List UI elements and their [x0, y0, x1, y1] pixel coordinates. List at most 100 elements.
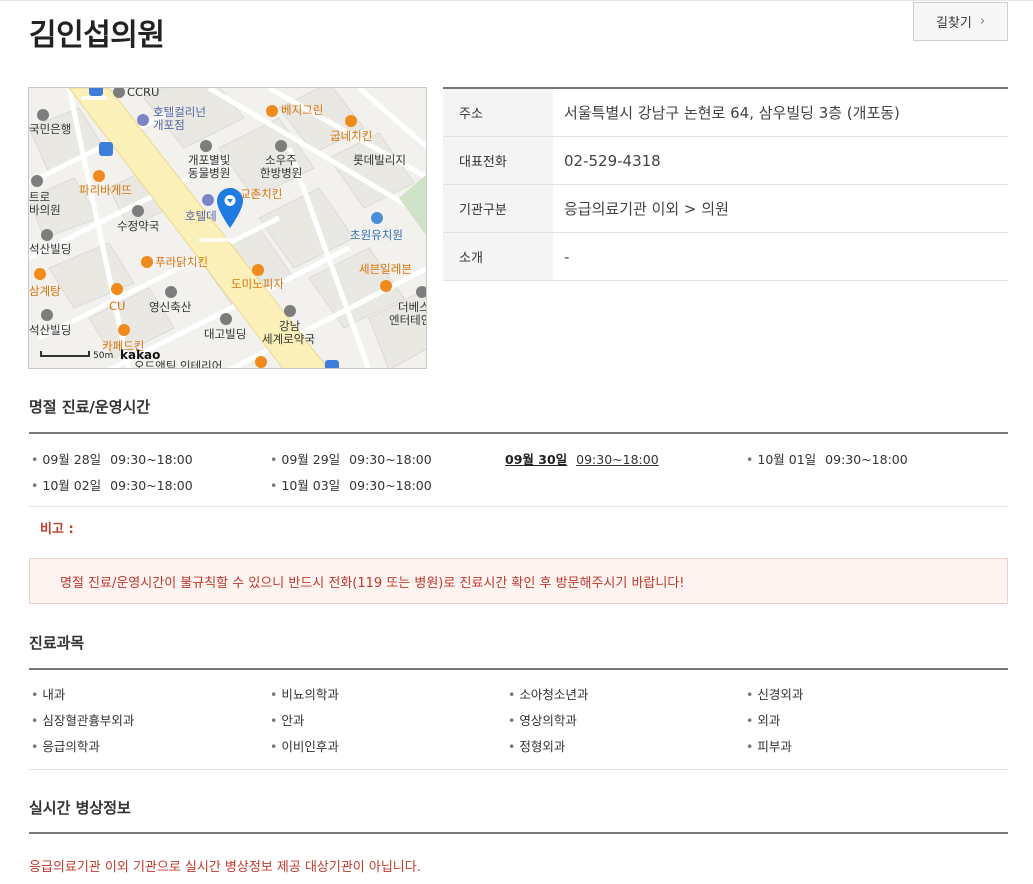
map-label[interactable]: 교촌치킨 — [240, 188, 282, 201]
restaurant-icon[interactable] — [141, 256, 153, 268]
hours-date: 10월 02일 — [42, 478, 102, 493]
building-icon[interactable] — [31, 175, 43, 187]
department-name: 응급의학과 — [42, 739, 100, 754]
hours-date: 09월 30일 — [505, 452, 568, 467]
map-label[interactable]: CCRU — [127, 88, 159, 99]
restaurant-icon[interactable] — [255, 356, 267, 368]
map-label[interactable]: 굽네치킨 — [330, 130, 372, 143]
hospital-info-table: 주소 서울특별시 강남구 논현로 64, 삼우빌딩 3층 (개포동) 대표전화 … — [443, 87, 1008, 281]
map-label[interactable]: 롯데빌리지 — [353, 154, 406, 167]
list-item: • 10월 01일 09:30~18:00 — [746, 452, 908, 467]
map-label[interactable]: 동물병원 — [188, 167, 230, 180]
department-name: 신경외과 — [757, 687, 804, 702]
info-key: 대표전화 — [443, 137, 553, 184]
list-item: • 정형외과 — [508, 739, 566, 754]
department-name: 피부과 — [757, 739, 792, 754]
location-map[interactable]: CCRU 국민은행 호텔컬리넌 개포점 베지그린 굽네치킨 개포별빛 동물병원 … — [28, 87, 427, 369]
hotel-icon[interactable] — [137, 114, 149, 126]
list-item: • 응급의학과 — [31, 739, 100, 754]
list-item: • 안과 — [270, 713, 305, 728]
department-name: 정형외과 — [519, 739, 566, 754]
department-name: 소아청소년과 — [519, 687, 589, 702]
hours-time: 09:30~18:00 — [349, 478, 432, 493]
top-border — [0, 0, 1033, 1]
bus-stop-icon[interactable] — [325, 360, 339, 368]
department-name: 비뇨의학과 — [281, 687, 339, 702]
list-item: • 09월 28일 09:30~18:00 — [31, 452, 193, 467]
hours-date: 10월 03일 — [281, 478, 341, 493]
map-label[interactable]: 초원유치원 — [350, 229, 403, 242]
bank-icon[interactable] — [37, 109, 49, 121]
building-icon[interactable] — [41, 309, 53, 321]
pharmacy-icon[interactable] — [284, 305, 296, 317]
restaurant-icon[interactable] — [34, 268, 46, 280]
building-icon[interactable] — [416, 286, 426, 298]
map-label[interactable]: 세계로약국 — [262, 333, 315, 346]
page-title: 김인섭의원 — [29, 18, 165, 53]
directions-button[interactable]: 길찾기 › — [913, 2, 1008, 41]
map-label[interactable]: 한방병원 — [260, 167, 302, 180]
bakery-icon[interactable] — [93, 170, 105, 182]
info-row-type: 기관구분 응급의료기관 이외 > 의원 — [443, 185, 1008, 233]
list-item: • 피부과 — [746, 739, 792, 754]
building-icon[interactable] — [220, 313, 232, 325]
map-label[interactable]: 엔터테인 — [389, 314, 426, 327]
map-label[interactable]: 바의원 — [29, 204, 61, 217]
hours-time: 09:30~18:00 — [110, 452, 193, 467]
map-label[interactable]: CU — [109, 300, 125, 313]
restaurant-icon[interactable] — [345, 115, 357, 127]
location-marker-icon[interactable] — [217, 188, 243, 228]
department-name: 안과 — [281, 713, 305, 728]
map-label[interactable]: 개포점 — [153, 119, 185, 132]
map-label[interactable]: 푸라닭치킨 — [155, 256, 208, 269]
map-label[interactable]: 베지그린 — [281, 104, 323, 117]
list-item: • 내과 — [31, 687, 66, 702]
chevron-right-icon: › — [979, 14, 986, 29]
restaurant-icon[interactable] — [252, 264, 264, 276]
departments-title: 진료과목 — [29, 634, 85, 652]
pharmacy-icon[interactable] — [132, 205, 144, 217]
section-divider — [29, 769, 1008, 770]
map-label[interactable]: 세븐일레븐 — [359, 263, 412, 276]
map-label[interactable]: 도미노피자 — [231, 278, 284, 291]
map-label[interactable]: 대고빌딩 — [204, 328, 246, 341]
realtime-beds-title: 실시간 병상정보 — [29, 799, 131, 817]
bus-stop-icon[interactable] — [89, 88, 103, 96]
department-name: 심장혈관흉부외과 — [42, 713, 135, 728]
hours-time: 09:30~18:00 — [825, 452, 908, 467]
hospital-icon[interactable] — [200, 140, 212, 152]
realtime-beds-message: 응급의료기관 이외 기관으로 실시간 병상정보 제공 대상기관이 아닙니다. — [29, 860, 421, 875]
map-scale-label: 50m — [93, 351, 114, 361]
list-item: • 외과 — [746, 713, 781, 728]
building-icon[interactable] — [41, 229, 53, 241]
hours-date: 09월 28일 — [42, 452, 102, 467]
cafe-icon[interactable] — [118, 324, 130, 336]
map-label[interactable]: 수정약국 — [117, 220, 159, 233]
hours-notice: 명절 진료/운영시간이 불규칙할 수 있으니 반드시 전화(119 또는 병원)… — [29, 558, 1008, 604]
map-label[interactable]: 석산빌딩 — [29, 243, 71, 256]
map-label[interactable]: 국민은행 — [29, 123, 71, 136]
store-icon[interactable] — [165, 286, 177, 298]
list-item: • 10월 03일 09:30~18:00 — [270, 478, 432, 493]
bus-stop-icon[interactable] — [99, 142, 113, 156]
remark-label: 비고 : — [40, 522, 74, 537]
list-item: • 심장혈관흉부외과 — [31, 713, 135, 728]
hotel-icon[interactable] — [202, 194, 214, 206]
school-icon[interactable] — [371, 212, 383, 224]
map-label[interactable]: 호텔데 — [185, 210, 217, 223]
department-name: 이비인후과 — [281, 739, 339, 754]
info-value: 응급의료기관 이외 > 의원 — [564, 200, 729, 218]
hours-time: 09:30~18:00 — [349, 452, 432, 467]
store-icon[interactable] — [380, 280, 392, 292]
section-divider — [29, 506, 1008, 507]
map-label[interactable]: 파리바게뜨 — [79, 184, 132, 197]
hospital-icon[interactable] — [275, 140, 287, 152]
list-item: • 비뇨의학과 — [270, 687, 339, 702]
list-item: • 영상의학과 — [508, 713, 577, 728]
map-label[interactable]: 영신축산 — [149, 301, 191, 314]
store-icon[interactable] — [111, 283, 123, 295]
restaurant-icon[interactable] — [266, 105, 278, 117]
map-label[interactable]: 삼계탕 — [29, 285, 61, 298]
map-label[interactable]: 석산빌딩 — [29, 324, 71, 337]
hours-time: 09:30~18:00 — [110, 478, 193, 493]
